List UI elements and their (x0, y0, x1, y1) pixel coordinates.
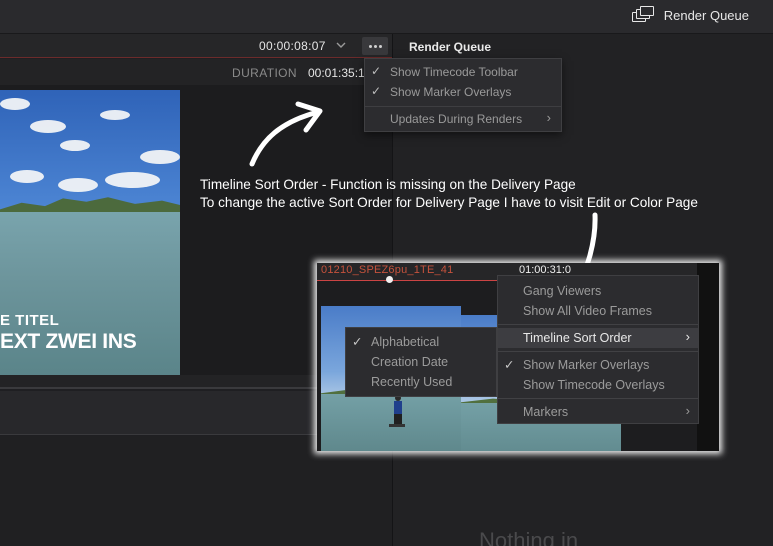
sort-option-alphabetical[interactable]: ✓ Alphabetical (346, 332, 496, 352)
timeline-area (0, 436, 392, 546)
sort-option-label: Recently Used (371, 375, 453, 389)
sort-option-recently-used[interactable]: Recently Used (346, 372, 496, 392)
viewer-header: 00:00:08:07 (0, 34, 392, 58)
chevron-right-icon: › (685, 403, 690, 418)
sort-option-label: Creation Date (371, 355, 449, 369)
checkmark-icon: ✓ (504, 358, 515, 372)
viewer-timecode[interactable]: 00:00:08:07 (259, 39, 326, 53)
chevron-down-icon[interactable] (336, 40, 346, 50)
annotation-line-1: Timeline Sort Order - Function is missin… (200, 177, 576, 192)
render-queue-icon (631, 6, 654, 24)
annotation-text: Timeline Sort Order - Function is missin… (200, 176, 698, 212)
sort-option-creation-date[interactable]: Creation Date (346, 352, 496, 372)
more-options-icon (368, 44, 372, 48)
menu-item-label: Show Marker Overlays (390, 85, 512, 99)
menu-item-label: Updates During Renders (390, 112, 523, 126)
empty-queue-text: Nothing in (479, 528, 579, 546)
menu-item-show-all-video-frames[interactable]: Show All Video Frames (498, 301, 698, 321)
menu-item-label: Show All Video Frames (523, 304, 652, 318)
menu-item-show-marker-overlays[interactable]: ✓ Show Marker Overlays (365, 82, 561, 102)
menu-item-timeline-sort-order[interactable]: Timeline Sort Order › (498, 328, 698, 348)
sort-option-label: Alphabetical (371, 335, 440, 349)
sort-order-submenu: ✓ Alphabetical Creation Date Recently Us… (345, 327, 497, 397)
menu-item-label: Gang Viewers (523, 284, 602, 298)
video-frame: E TITEL EXT ZWEI INS (0, 90, 180, 377)
render-queue-toggle-label: Render Queue (663, 8, 749, 23)
top-toolbar: Render Queue (0, 0, 773, 34)
menu-item-updates-during-renders[interactable]: Updates During Renders › (365, 109, 561, 129)
video-title-line-2: EXT ZWEI INS (0, 330, 137, 353)
menu-item-markers[interactable]: Markers › (498, 402, 698, 422)
checkmark-icon: ✓ (371, 64, 382, 78)
menu-item-show-timecode-toolbar[interactable]: ✓ Show Timecode Toolbar (365, 62, 561, 82)
menu-item-show-timecode-overlays[interactable]: Show Timecode Overlays (498, 375, 698, 395)
duration-value: 00:01:35:1 (308, 66, 365, 80)
chevron-right-icon: › (685, 329, 690, 344)
menu-item-show-marker-overlays[interactable]: ✓ Show Marker Overlays (498, 355, 698, 375)
render-queue-title: Render Queue (409, 40, 492, 54)
menu-separator (365, 106, 561, 107)
playhead (386, 276, 393, 283)
duration-row: DURATION 00:01:35:1 (0, 59, 392, 85)
kitesurfer-figure (389, 395, 405, 427)
menu-item-label: Show Timecode Overlays (523, 378, 665, 392)
menu-item-label: Show Marker Overlays (523, 358, 650, 372)
viewer-options-menu: ✓ Show Timecode Toolbar ✓ Show Marker Ov… (364, 58, 562, 132)
checkmark-icon: ✓ (352, 335, 363, 349)
annotation-line-2: To change the active Sort Order for Deli… (200, 195, 698, 210)
chevron-right-icon: › (546, 110, 551, 125)
video-title-line-1: E TITEL (0, 312, 60, 329)
render-queue-toggle[interactable]: Render Queue (631, 6, 749, 24)
menu-item-gang-viewers[interactable]: Gang Viewers (498, 281, 698, 301)
checkmark-icon: ✓ (371, 84, 382, 98)
menu-item-label: Timeline Sort Order (523, 331, 632, 345)
inset-options-menu: Gang Viewers Show All Video Frames Timel… (497, 275, 699, 424)
inset-clip-name: 01210_SPEZ6pu_1TE_41 (321, 264, 454, 276)
viewer-options-button[interactable] (362, 37, 388, 55)
menu-item-label: Show Timecode Toolbar (390, 65, 518, 79)
duration-label: DURATION (232, 66, 297, 80)
menu-item-label: Markers (523, 405, 569, 419)
